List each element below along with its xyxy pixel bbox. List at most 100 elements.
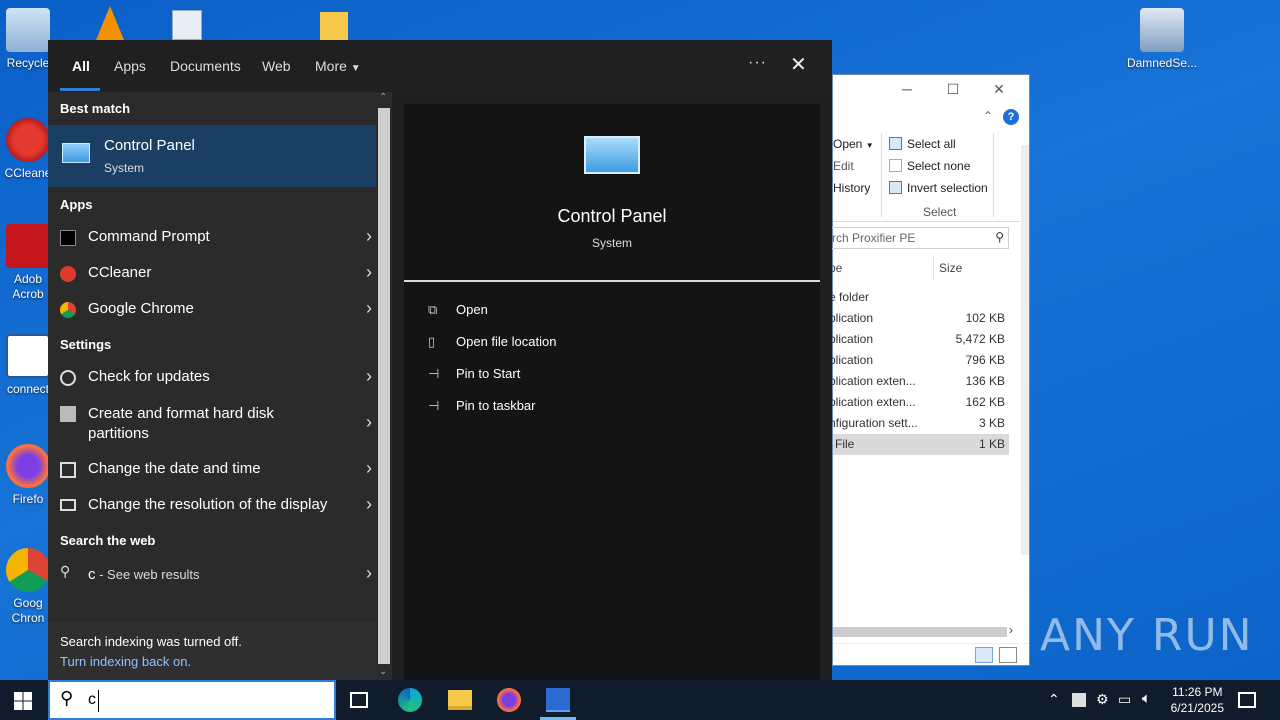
horizontal-scrollbar[interactable] [833, 627, 1007, 637]
more-options-icon[interactable]: ··· [748, 54, 767, 72]
details-view-icon[interactable] [975, 647, 993, 663]
clock[interactable]: 11:26 PM 6/21/2025 [1171, 684, 1224, 716]
turn-indexing-on-link[interactable]: Turn indexing back on. [60, 654, 191, 669]
results-scrollbar[interactable]: ⌃ ⌄ [376, 92, 392, 680]
select-none-button[interactable]: Select none [889, 159, 970, 173]
action-pin-to-start[interactable]: ⊣ Pin to Start [428, 366, 520, 382]
file-row-selected[interactable]: File 1 KB [833, 434, 1009, 455]
open-button[interactable]: Open ▼ [833, 137, 874, 151]
chrome-icon [60, 302, 76, 318]
scroll-right-icon[interactable]: › [1009, 623, 1013, 637]
chrome-icon [6, 548, 50, 592]
setting-result-check-updates[interactable]: Check for updates › [48, 360, 376, 394]
tray-app-icon[interactable] [1072, 693, 1086, 707]
refresh-icon [60, 370, 76, 386]
proxifier-icon[interactable] [546, 688, 570, 712]
help-icon[interactable]: ? [1003, 109, 1019, 125]
dropdown-icon: ▼ [865, 141, 874, 150]
scroll-thumb[interactable] [378, 108, 390, 664]
file-row[interactable]: plication 5,472 KB [829, 329, 1009, 350]
task-view-icon[interactable] [350, 692, 368, 708]
chevron-right-icon[interactable]: › [366, 412, 372, 433]
notification-icon[interactable] [1238, 692, 1256, 708]
chevron-right-icon[interactable]: › [366, 298, 372, 319]
file-row[interactable]: plication exten... 162 KB [829, 392, 1009, 413]
large-icons-view-icon[interactable] [999, 647, 1017, 663]
installer-icon [1140, 8, 1184, 52]
setting-result-date-time[interactable]: Change the date and time › [48, 452, 376, 486]
explorer-search-input[interactable]: rch Proxifier PE ⚲ [829, 227, 1009, 249]
best-match-heading: Best match [60, 101, 131, 116]
file-row[interactable]: plication exten... 136 KB [829, 371, 1009, 392]
desktop-icon-damnedse[interactable]: DamnedSe... [1124, 8, 1200, 70]
control-panel-icon [62, 143, 90, 163]
search-icon: ⚲ [60, 563, 71, 579]
control-panel-large-icon [584, 136, 640, 174]
ccleaner-icon [6, 118, 50, 162]
chevron-right-icon[interactable]: › [366, 458, 372, 479]
app-result-google-chrome[interactable]: Google Chrome › [48, 292, 376, 326]
vlc-icon[interactable] [96, 6, 124, 40]
edge-icon[interactable] [398, 688, 422, 712]
result-label: Change the date and time [88, 460, 261, 477]
action-open-file-location[interactable]: ▯ Open file location [428, 334, 556, 350]
action-pin-to-taskbar[interactable]: ⊣ Pin to taskbar [428, 398, 536, 414]
file-row[interactable]: nfiguration sett... 3 KB [829, 413, 1009, 434]
app-result-ccleaner[interactable]: CCleaner › [48, 256, 376, 290]
chevron-right-icon[interactable]: › [366, 494, 372, 515]
open-icon: ⧉ [428, 302, 438, 317]
folder-icon[interactable] [320, 12, 348, 40]
result-label: CCleaner [88, 264, 152, 281]
proxy-tray-icon[interactable]: ⚙ [1096, 691, 1109, 708]
minimize-icon[interactable]: ─ [897, 81, 917, 97]
setting-result-disk-partitions[interactable]: Create and format hard disk partitions › [48, 396, 376, 448]
chevron-right-icon[interactable]: › [366, 366, 372, 387]
edit-button[interactable]: Edit [833, 159, 854, 173]
taskbar-search-input[interactable]: ⚲ c [48, 680, 336, 720]
network-icon[interactable]: ▭ [1118, 691, 1131, 708]
windows-start-icon[interactable] [14, 692, 32, 710]
chevron-right-icon[interactable]: › [366, 262, 372, 283]
tab-web[interactable]: Web [262, 58, 291, 74]
app-result-command-prompt[interactable]: Command Prompt › [48, 220, 376, 254]
action-open[interactable]: ⧉ Open [428, 302, 488, 318]
select-all-button[interactable]: Select all [889, 137, 956, 151]
history-button[interactable]: History [833, 181, 870, 195]
tab-apps[interactable]: Apps [114, 58, 146, 74]
chevron-right-icon[interactable]: › [366, 563, 372, 584]
column-divider [933, 257, 934, 281]
firefox-icon[interactable] [497, 688, 521, 712]
invert-selection-button[interactable]: Invert selection [889, 181, 988, 195]
scroll-up-icon[interactable]: ⌃ [379, 92, 387, 103]
clock-date: 6/21/2025 [1170, 701, 1224, 715]
pin-icon: ⊣ [428, 398, 440, 413]
indexing-notice: Search indexing was turned off. Turn ind… [48, 622, 376, 680]
file-row[interactable]: plication 102 KB [829, 308, 1009, 329]
vertical-scrollbar[interactable] [1021, 145, 1029, 555]
ribbon-group-label: Select [923, 205, 957, 219]
best-match-control-panel[interactable]: Control Panel System [48, 125, 376, 187]
web-result[interactable]: ⚲ c - See web results › [48, 557, 376, 591]
explorer-titlebar[interactable]: ─ ☐ ✕ [833, 75, 1029, 105]
close-icon[interactable]: ✕ [989, 81, 1009, 98]
volume-icon[interactable]: 🔈︎ [1142, 690, 1151, 707]
image-file-icon[interactable] [172, 10, 202, 40]
file-row[interactable]: plication 796 KB [829, 350, 1009, 371]
column-header-size[interactable]: Size [939, 261, 962, 275]
settings-heading: Settings [60, 337, 112, 352]
file-explorer-icon[interactable] [448, 690, 472, 710]
tab-more[interactable]: More ▼ [315, 58, 361, 74]
chevron-up-icon[interactable]: ⌃ [1048, 691, 1060, 708]
chevron-right-icon[interactable]: › [366, 226, 372, 247]
ribbon-bottom-border [833, 221, 1021, 222]
file-explorer-window[interactable]: ─ ☐ ✕ ⌃ ? Open ▼ Edit History Select all… [829, 74, 1030, 666]
scroll-down-icon[interactable]: ⌄ [379, 666, 387, 677]
close-icon[interactable]: ✕ [790, 52, 807, 77]
chevron-up-icon[interactable]: ⌃ [983, 109, 993, 123]
file-row[interactable]: e folder [829, 287, 1009, 308]
tab-all[interactable]: All [72, 58, 90, 74]
setting-result-display-resolution[interactable]: Change the resolution of the display › [48, 488, 376, 522]
firefox-icon [6, 444, 50, 488]
maximize-icon[interactable]: ☐ [943, 81, 963, 98]
tab-documents[interactable]: Documents [170, 58, 241, 74]
